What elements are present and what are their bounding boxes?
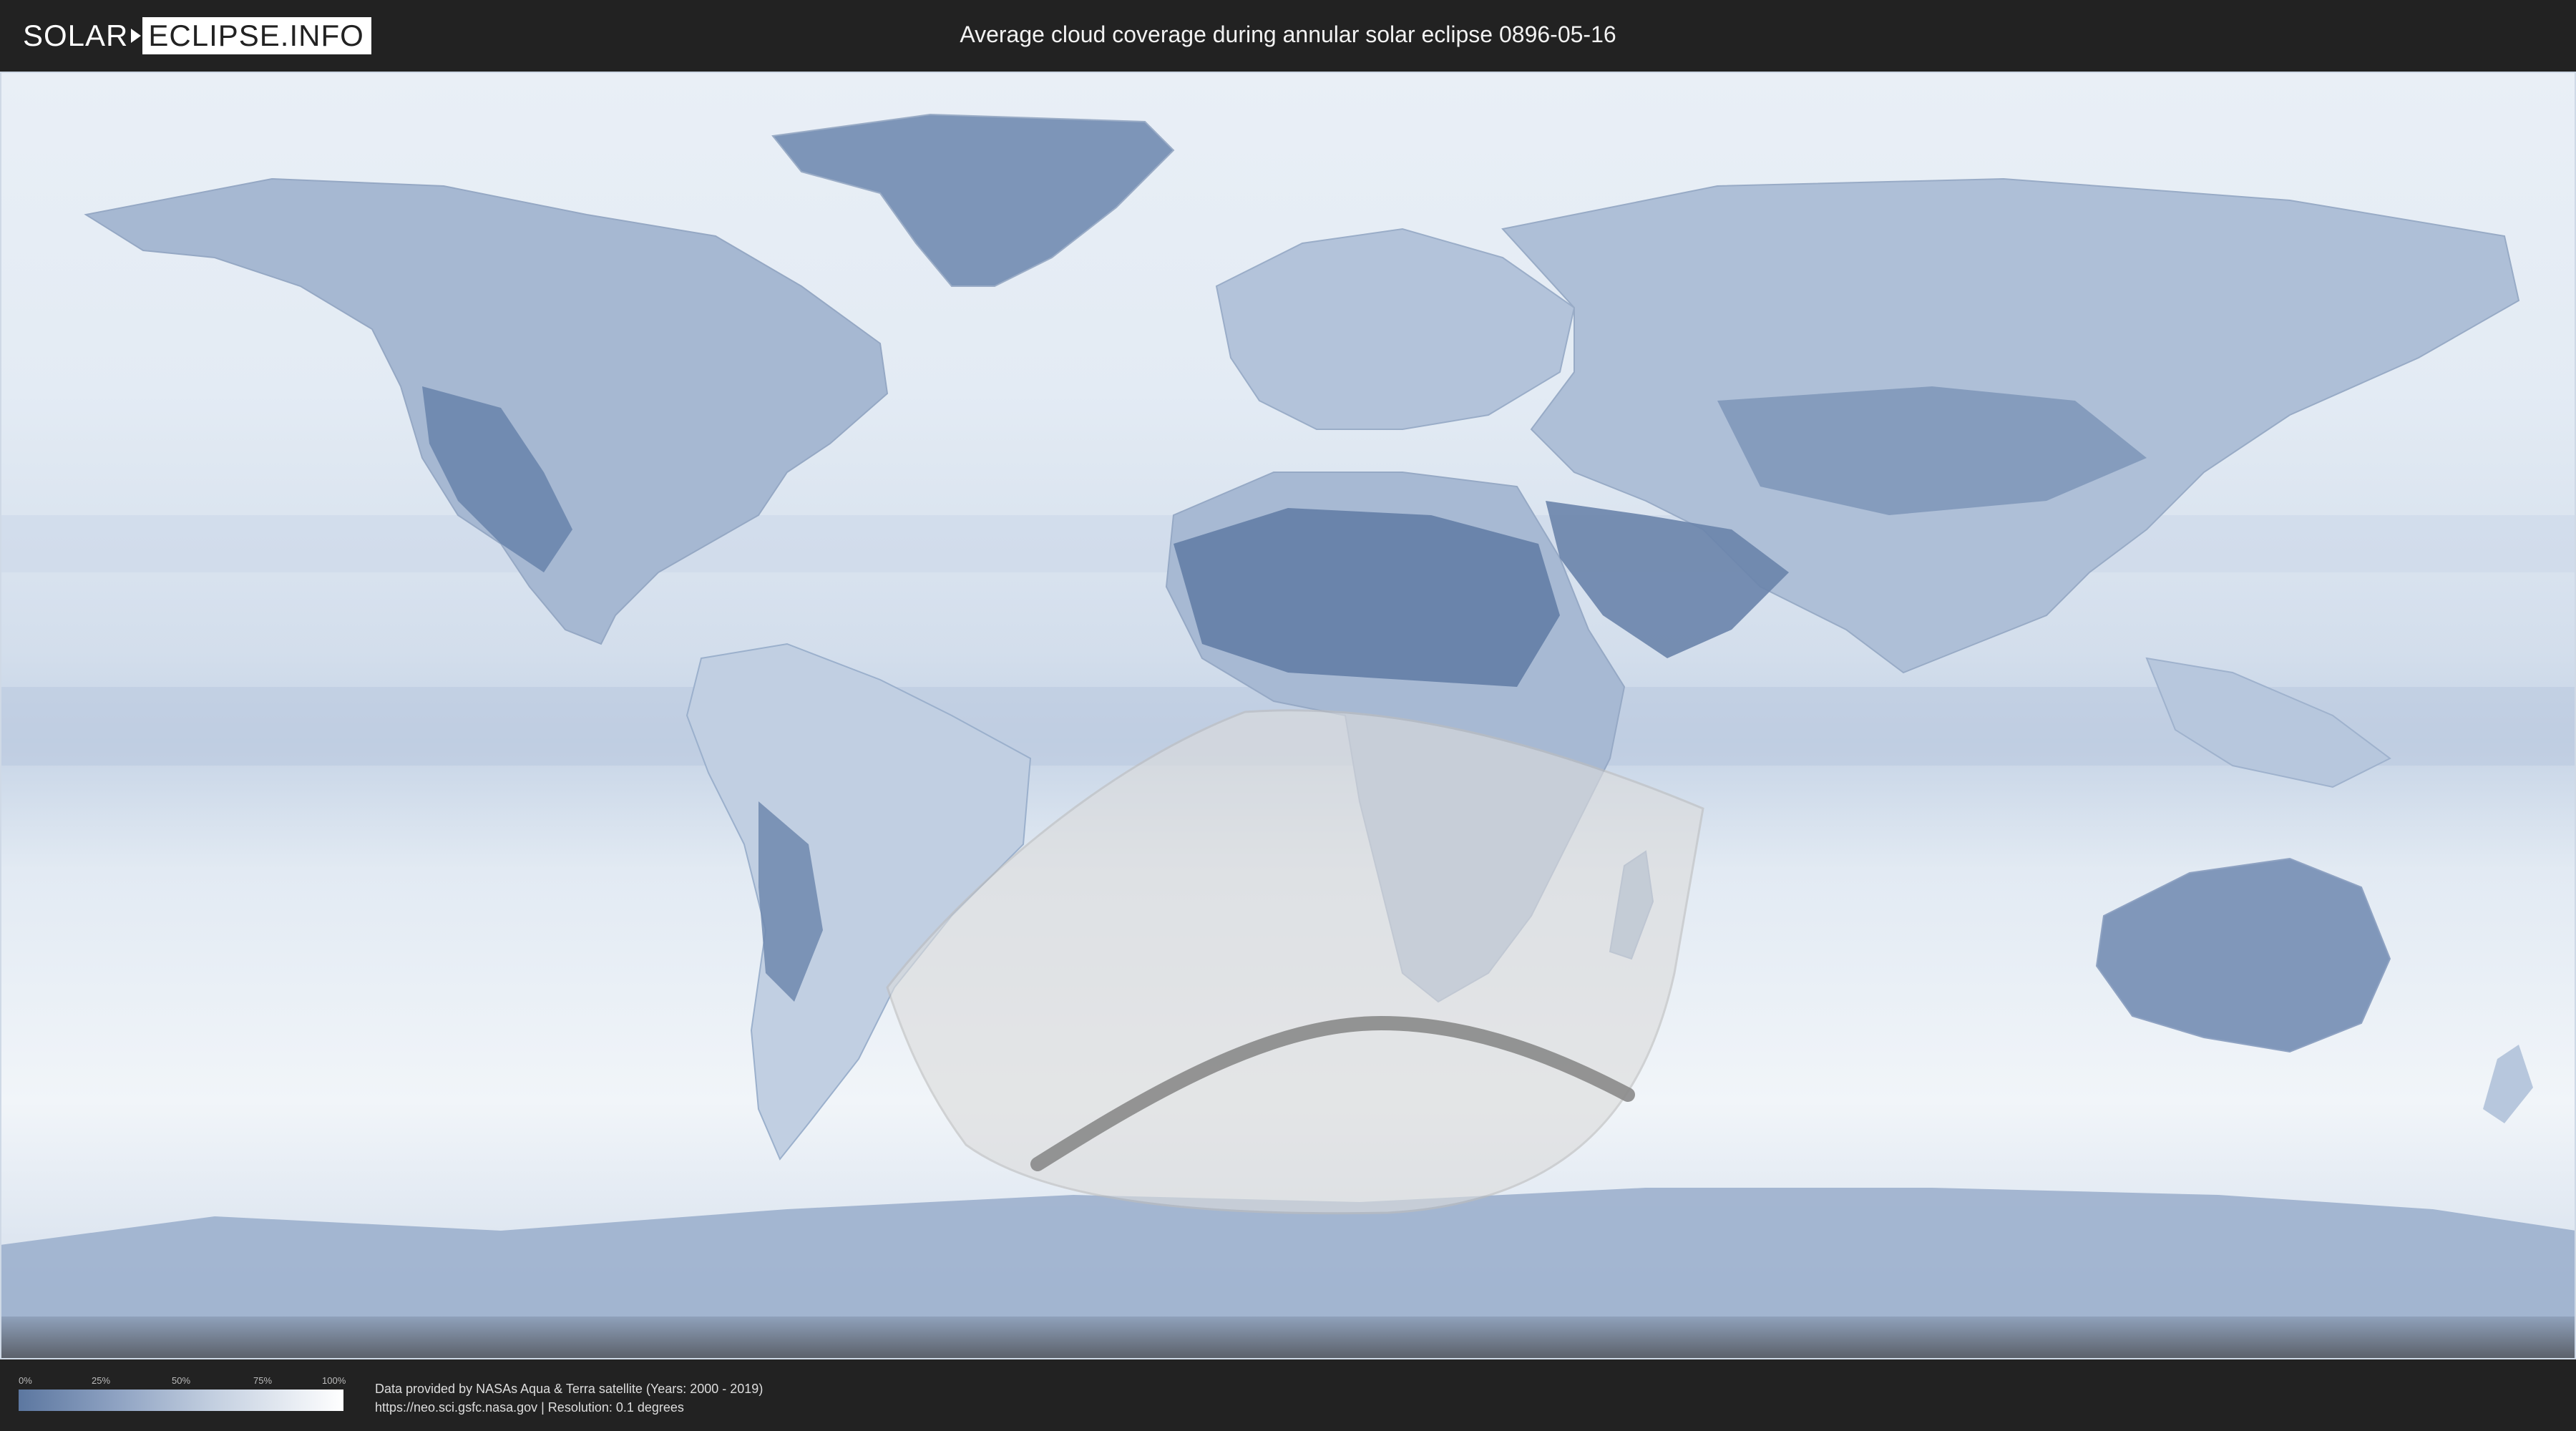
credit-line-source: Data provided by NASAs Aqua & Terra sate… — [375, 1382, 763, 1396]
legend-tick-25: 25% — [92, 1375, 111, 1386]
cloud-coverage-map[interactable] — [0, 72, 2576, 1359]
legend-tick-0: 0% — [19, 1375, 32, 1386]
legend-tick-75: 75% — [253, 1375, 273, 1386]
page: SOLAR ECLIPSE.INFO Average cloud coverag… — [0, 0, 2576, 1431]
polar-edge — [0, 1317, 2576, 1359]
credit-line-url: https://neo.sci.gsfc.nasa.gov | Resoluti… — [375, 1400, 684, 1415]
legend-color-bar — [19, 1390, 343, 1411]
legend-tick-50: 50% — [172, 1375, 191, 1386]
page-title: Average cloud coverage during annular so… — [960, 21, 1616, 47]
data-credits: Data provided by NASAs Aqua & Terra sate… — [375, 1379, 763, 1417]
footer-bar: 0% 25% 50% 75% 100% Data provided by NAS… — [0, 1359, 2576, 1431]
header-bar: SOLAR ECLIPSE.INFO Average cloud coverag… — [0, 0, 2576, 72]
legend-tick-100: 100% — [322, 1375, 346, 1386]
map-canvas[interactable] — [0, 72, 2576, 1359]
cloud-coverage-legend: 0% 25% 50% 75% 100% — [19, 1375, 346, 1415]
